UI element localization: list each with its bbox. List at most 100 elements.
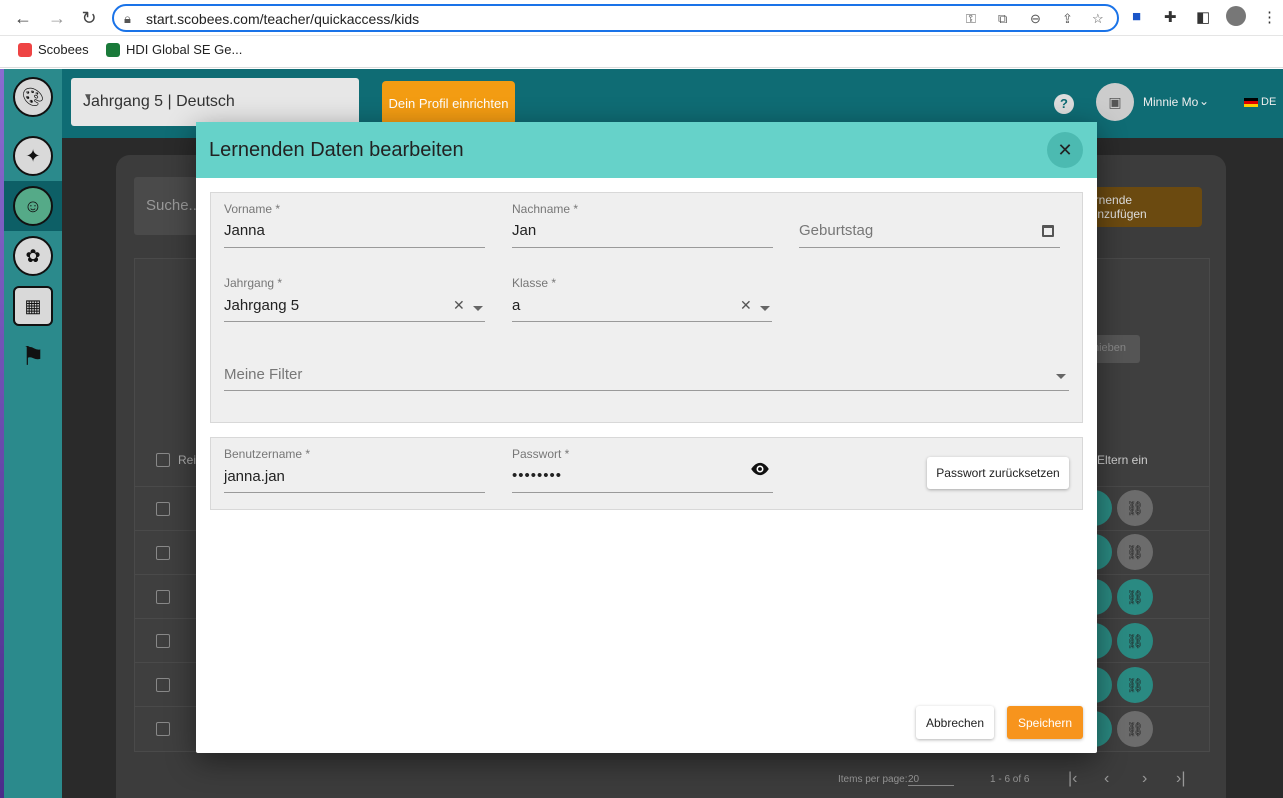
- password-field[interactable]: Passwort * ••••••••: [512, 447, 773, 493]
- menu-dots-icon[interactable]: ⋮: [1262, 8, 1277, 26]
- bookmark-hdi[interactable]: HDI Global SE Ge...: [106, 42, 242, 57]
- dropdown-caret-icon[interactable]: [473, 306, 483, 311]
- prev-page-icon[interactable]: ‹: [1104, 770, 1109, 788]
- sidebar-item-bee[interactable]: ✿: [4, 231, 62, 281]
- first-name-field[interactable]: Vorname * Janna: [224, 202, 485, 248]
- link-icon[interactable]: ⛓︎: [1117, 534, 1153, 570]
- eye-icon[interactable]: [749, 462, 771, 476]
- row-checkbox[interactable]: [156, 722, 170, 736]
- kids-icon: ☺: [13, 186, 53, 226]
- items-per-page-select[interactable]: 20: [908, 774, 954, 786]
- user-menu-chevron-icon[interactable]: ⌄: [1199, 94, 1209, 108]
- star-icon[interactable]: ☆: [1092, 11, 1104, 27]
- course-select[interactable]: Jahrgang 5 | Deutsch ▼: [71, 78, 359, 126]
- first-name-value: Janna: [224, 222, 265, 239]
- last-name-value: Jan: [512, 222, 537, 239]
- profile-setup-button[interactable]: Dein Profil einrichten: [382, 81, 515, 125]
- first-page-icon[interactable]: |‹: [1068, 770, 1077, 788]
- search-input[interactable]: Suche...: [134, 177, 204, 235]
- forward-arrow-icon[interactable]: →: [46, 7, 68, 29]
- flag-icon: ⚑: [21, 340, 45, 371]
- password-label: Passwort *: [512, 447, 570, 461]
- row-checkbox[interactable]: [156, 634, 170, 648]
- compass-icon: ✦: [13, 136, 53, 176]
- class-value: a: [512, 297, 521, 314]
- key-icon[interactable]: ⚿: [966, 11, 976, 27]
- sidebar-item-kids[interactable]: ☺: [4, 181, 62, 231]
- grade-label: Jahrgang *: [224, 276, 283, 290]
- username-value: janna.jan: [224, 468, 285, 485]
- browser-toolbar: ← → ↻ 🔒︎ start.scobees.com/teacher/quick…: [0, 0, 1283, 36]
- add-learner-button[interactable]: ernende hinzufügen: [1088, 187, 1202, 227]
- reset-password-button[interactable]: Passwort zurücksetzen: [927, 457, 1069, 489]
- sidebar-item-flag[interactable]: ⚑: [4, 331, 62, 381]
- my-filters-select[interactable]: Meine Filter: [224, 362, 1069, 391]
- user-avatar-icon[interactable]: ▣: [1096, 83, 1134, 121]
- row-checkbox[interactable]: [156, 502, 170, 516]
- column-header-parents: Eltern ein: [1097, 453, 1148, 467]
- select-all-checkbox[interactable]: [156, 453, 170, 467]
- class-select[interactable]: Klasse * a ✕: [512, 276, 772, 322]
- zoom-icon[interactable]: ⊖: [1030, 11, 1041, 27]
- clear-icon[interactable]: ✕: [453, 297, 465, 314]
- user-name[interactable]: Minnie Mo: [1143, 95, 1198, 109]
- pagination-range: 1 - 6 of 6: [990, 774, 1030, 785]
- profile-avatar-icon[interactable]: [1226, 6, 1246, 26]
- bookmark-label: HDI Global SE Ge...: [126, 42, 243, 57]
- grade-value: Jahrgang 5: [224, 297, 300, 314]
- row-checkbox[interactable]: [156, 678, 170, 692]
- field-underline: [512, 492, 773, 493]
- extension-icon[interactable]: ■: [1132, 8, 1141, 25]
- clear-icon[interactable]: ✕: [740, 297, 752, 314]
- reload-icon[interactable]: ↻: [78, 7, 100, 29]
- field-underline: [512, 247, 773, 248]
- sidebar-item-calendar[interactable]: ▦: [4, 281, 62, 331]
- link-icon[interactable]: ⛓︎: [1117, 623, 1153, 659]
- class-label: Klasse *: [512, 276, 557, 290]
- last-name-label: Nachname *: [512, 202, 579, 216]
- username-field[interactable]: Benutzername * janna.jan: [224, 447, 485, 493]
- birthday-field[interactable]: Geburtstag: [799, 202, 1060, 248]
- row-checkbox[interactable]: [156, 590, 170, 604]
- last-page-icon[interactable]: ›|: [1176, 770, 1185, 788]
- field-underline: [224, 247, 485, 248]
- german-flag-icon: [1244, 97, 1258, 107]
- puzzle-icon[interactable]: ✚: [1164, 8, 1177, 26]
- close-button[interactable]: ✕: [1047, 132, 1083, 168]
- next-page-icon[interactable]: ›: [1142, 770, 1147, 788]
- sidebar-item-palette[interactable]: 🎨︎: [4, 72, 62, 122]
- dropdown-caret-icon[interactable]: [760, 306, 770, 311]
- share-icon[interactable]: ⇪: [1062, 11, 1073, 27]
- dialog-header: Lernenden Daten bearbeiten ✕: [196, 122, 1097, 178]
- sidebar: 🎨︎ ✦ ☺ ✿ ▦ ⚑: [4, 69, 62, 798]
- bookmarks-bar: Scobees HDI Global SE Ge...: [0, 36, 1283, 68]
- link-icon[interactable]: ⛓︎: [1117, 579, 1153, 615]
- search-placeholder: Suche...: [146, 197, 202, 214]
- language-label: DE: [1261, 96, 1277, 108]
- link-icon[interactable]: ⛓︎: [1117, 490, 1153, 526]
- sidepanel-icon[interactable]: ◧: [1196, 8, 1210, 26]
- back-arrow-icon[interactable]: ←: [12, 7, 34, 29]
- hdi-favicon-icon: [106, 42, 120, 57]
- link-icon[interactable]: ⛓︎: [1117, 667, 1153, 703]
- field-underline: [224, 390, 1069, 391]
- link-icon[interactable]: ⛓︎: [1117, 711, 1153, 747]
- url-text: start.scobees.com/teacher/quickaccess/ki…: [146, 11, 420, 27]
- dropdown-caret-icon[interactable]: [1056, 374, 1066, 379]
- language-switch[interactable]: DE: [1244, 96, 1276, 108]
- field-underline: [512, 321, 772, 322]
- grade-select[interactable]: Jahrgang * Jahrgang 5 ✕: [224, 276, 485, 322]
- address-bar[interactable]: 🔒︎ start.scobees.com/teacher/quickaccess…: [112, 4, 1119, 32]
- calendar-icon[interactable]: [1042, 225, 1054, 237]
- cancel-button[interactable]: Abbrechen: [916, 706, 994, 739]
- sidebar-item-compass[interactable]: ✦: [4, 131, 62, 181]
- last-name-field[interactable]: Nachname * Jan: [512, 202, 773, 248]
- edit-learner-dialog: Lernenden Daten bearbeiten ✕ Vorname * J…: [196, 122, 1097, 753]
- open-external-icon[interactable]: ⧉: [998, 11, 1007, 27]
- palette-icon: 🎨︎: [13, 77, 53, 117]
- help-icon[interactable]: ?: [1054, 94, 1074, 114]
- row-checkbox[interactable]: [156, 546, 170, 560]
- first-name-label: Vorname *: [224, 202, 281, 216]
- bookmark-scobees[interactable]: Scobees: [18, 42, 89, 57]
- save-button[interactable]: Speichern: [1007, 706, 1083, 739]
